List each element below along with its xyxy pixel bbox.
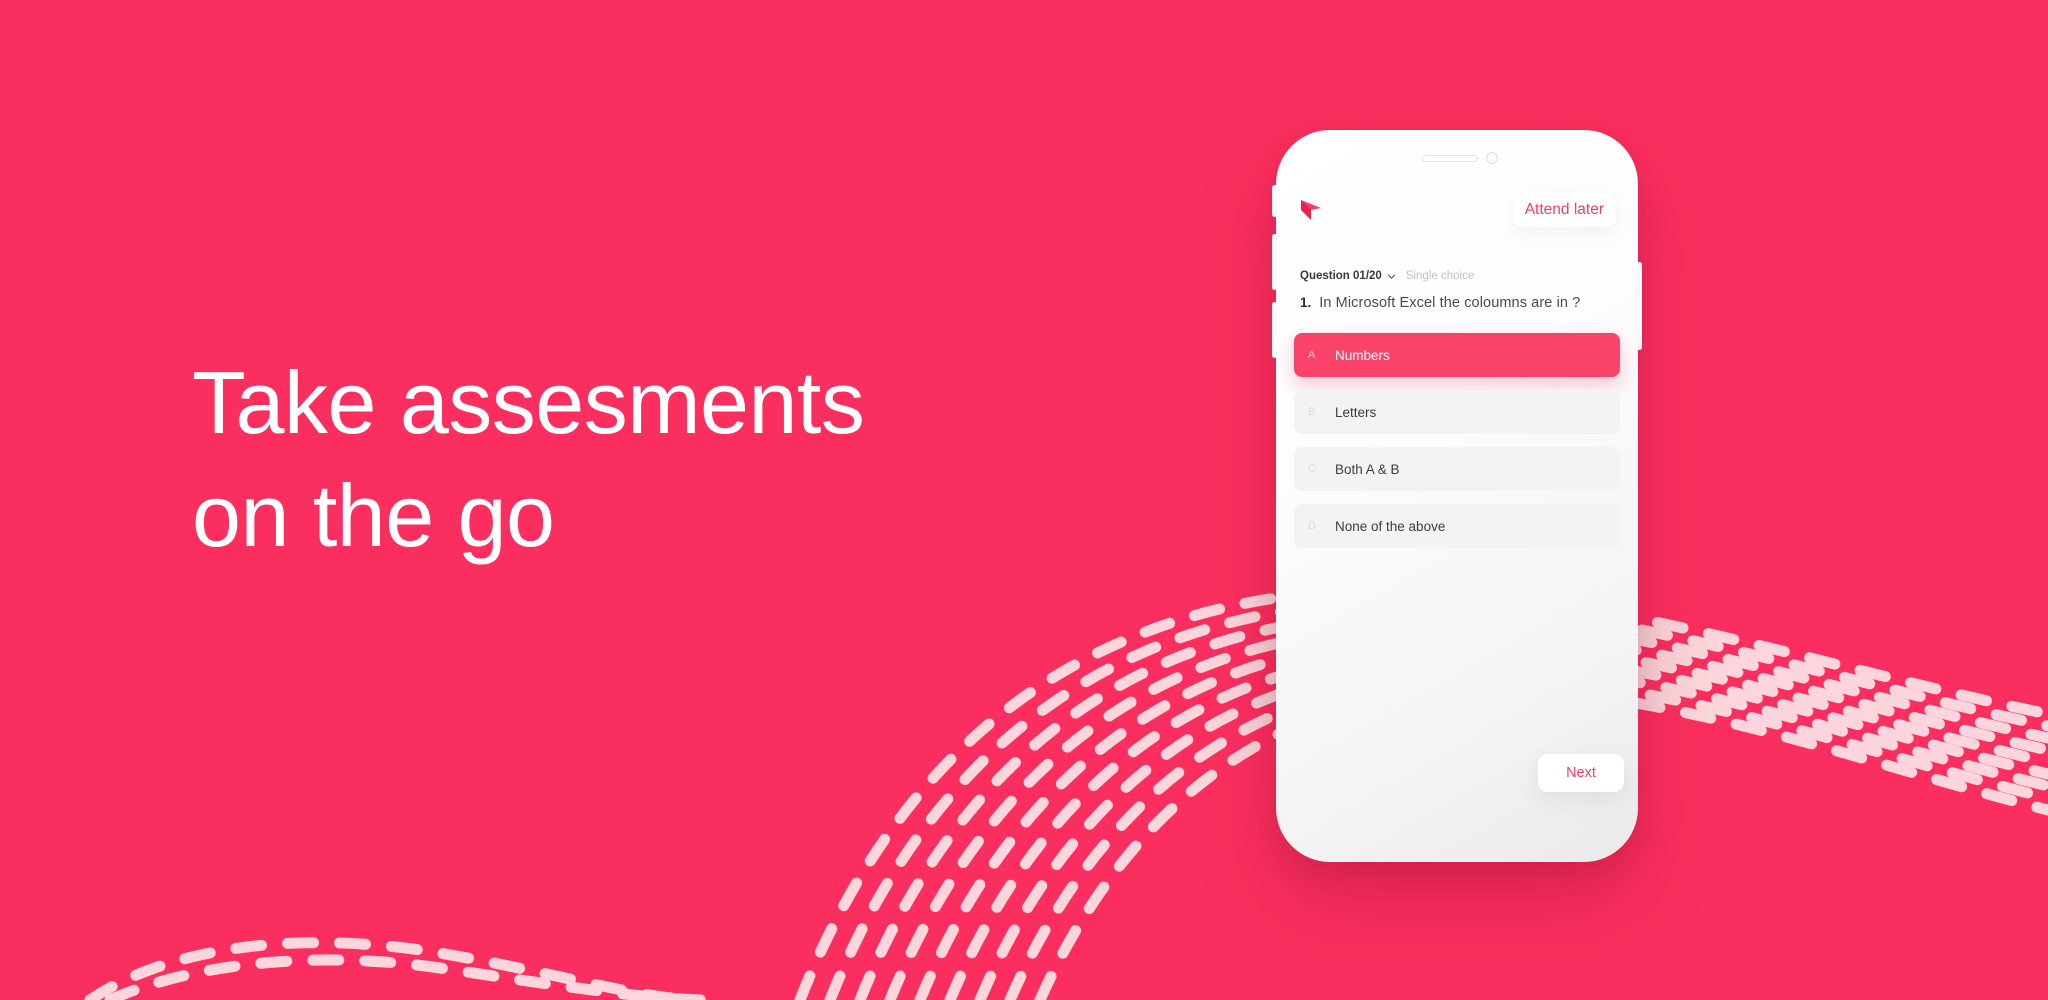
- question-counter-dropdown[interactable]: Question 01/20: [1300, 270, 1396, 282]
- answer-option-c[interactable]: C Both A & B: [1294, 447, 1620, 491]
- answer-option-letter: C: [1308, 463, 1316, 475]
- question-counter-label: Question 01/20: [1300, 270, 1382, 282]
- question-meta-row: Question 01/20 Single choice: [1292, 270, 1622, 282]
- question-text: In Microsoft Excel the coloumns are in ?: [1319, 295, 1581, 311]
- answer-option-label: None of the above: [1335, 518, 1446, 534]
- phone-screen: Attend later Question 01/20 Single choic…: [1276, 182, 1638, 840]
- phone-earpiece-speaker: [1421, 155, 1478, 162]
- answer-option-label: Letters: [1335, 404, 1377, 420]
- hero-banner: Take assesments on the go Attend later Q…: [0, 0, 2048, 1000]
- attend-later-button[interactable]: Attend later: [1512, 193, 1616, 227]
- answer-option-letter: B: [1308, 406, 1316, 418]
- phone-mockup: Attend later Question 01/20 Single choic…: [1272, 130, 1642, 862]
- chevron-down-icon: [1387, 272, 1396, 281]
- answer-option-label: Both A & B: [1335, 461, 1400, 477]
- answer-option-d[interactable]: D None of the above: [1294, 504, 1620, 548]
- phone-front-camera: [1486, 152, 1498, 164]
- answer-option-a[interactable]: A Numbers: [1294, 333, 1620, 377]
- app-header: Attend later: [1292, 182, 1622, 238]
- question-number: 1.: [1300, 295, 1312, 310]
- answer-option-letter: D: [1308, 520, 1316, 532]
- flag-icon: [1298, 197, 1324, 223]
- screen-footer: Next: [1538, 754, 1624, 792]
- question-type-label: Single choice: [1405, 270, 1475, 282]
- answer-option-letter: A: [1308, 349, 1316, 361]
- next-button[interactable]: Next: [1538, 754, 1624, 792]
- hero-headline: Take assesments on the go: [192, 352, 865, 565]
- answer-option-b[interactable]: B Letters: [1294, 390, 1620, 434]
- answer-option-label: Numbers: [1335, 347, 1390, 363]
- question-row: 1. In Microsoft Excel the coloumns are i…: [1292, 295, 1622, 311]
- answer-options-list: A Numbers B Letters C Both A & B D None …: [1292, 333, 1622, 548]
